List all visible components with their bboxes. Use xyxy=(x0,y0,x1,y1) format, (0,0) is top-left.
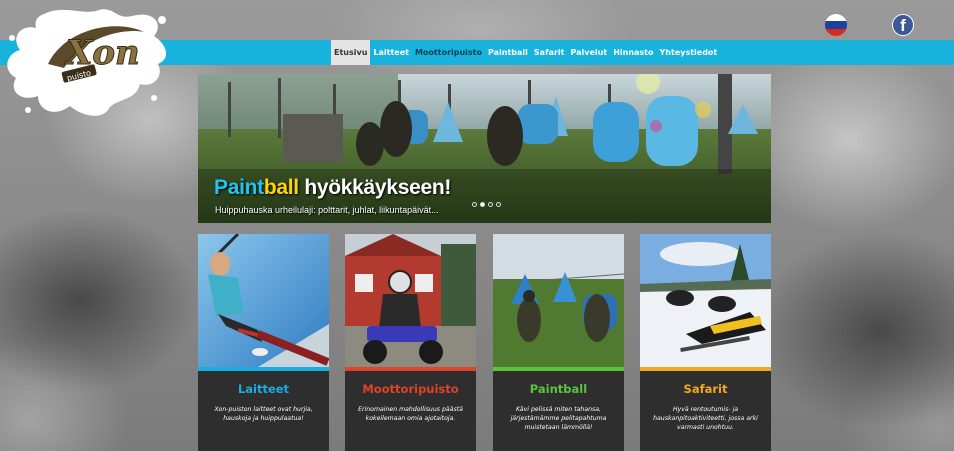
card-description: Erinomainen mahdollisuus päästä kokeilem… xyxy=(358,406,463,422)
hero-slider[interactable]: Paintball hyökkäykseen! Huippuhauska urh… xyxy=(198,74,771,223)
hero-subtitle: Huippuhauska urheilulaji: polttarit, juh… xyxy=(215,205,439,215)
slider-dot[interactable] xyxy=(472,202,477,207)
main-navigation: Etusivu Laitteet Moottoripuisto Paintbal… xyxy=(331,40,720,65)
card-title: Laitteet xyxy=(237,382,290,396)
safarit-image xyxy=(640,234,771,367)
card-paintball[interactable]: Paintball Kävi pelissä miten tahansa, jä… xyxy=(493,234,624,451)
nav-item-paintball[interactable]: Paintball xyxy=(485,40,531,65)
paintball-image xyxy=(493,234,624,367)
nav-item-palvelut[interactable]: Palvelut xyxy=(567,40,610,65)
card-stripe xyxy=(640,367,771,371)
card-description: Xon-puiston laitteet ovat hurjia, hausko… xyxy=(214,406,313,422)
moottoripuisto-image xyxy=(345,234,476,367)
nav-item-hinnasto[interactable]: Hinnasto xyxy=(610,40,656,65)
hero-title: Paintball hyökkäykseen! xyxy=(214,176,452,199)
card-moottoripuisto[interactable]: Moottoripuisto Erinomainen mahdollisuus … xyxy=(345,234,476,451)
card-title: Moottoripuisto xyxy=(362,382,459,396)
slider-dots xyxy=(472,202,501,207)
svg-text:Xon: Xon xyxy=(64,33,140,73)
slider-dot[interactable] xyxy=(496,202,501,207)
laitteet-image xyxy=(198,234,329,367)
nav-item-moottoripuisto[interactable]: Moottoripuisto xyxy=(412,40,485,65)
russian-flag-icon[interactable] xyxy=(825,14,847,36)
hero-image xyxy=(198,74,771,223)
card-stripe xyxy=(493,367,624,371)
nav-item-laitteet[interactable]: Laitteet xyxy=(370,40,412,65)
nav-item-yhteystiedot[interactable]: Yhteystiedot xyxy=(657,40,721,65)
slider-dot-active[interactable] xyxy=(480,202,485,207)
card-title: Safarit xyxy=(683,382,728,396)
card-stripe xyxy=(198,367,329,371)
card-stripe xyxy=(345,367,476,371)
card-laitteet[interactable]: Laitteet Xon-puiston laitteet ovat hurji… xyxy=(198,234,329,451)
card-title: Paintball xyxy=(529,382,588,396)
nav-item-safarit[interactable]: Safarit xyxy=(531,40,568,65)
nav-item-etusivu[interactable]: Etusivu xyxy=(331,40,371,65)
facebook-icon[interactable]: f xyxy=(892,14,914,36)
card-description: Hyvä rentoutumis- ja hauskanpitoaktivite… xyxy=(653,406,758,431)
xon-puisto-logo[interactable]: Xon puisto xyxy=(4,6,172,121)
slider-dot[interactable] xyxy=(488,202,493,207)
card-safarit[interactable]: Safarit Hyvä rentoutumis- ja hauskanpito… xyxy=(640,234,771,451)
card-description: Kävi pelissä miten tahansa, järjestämämm… xyxy=(510,406,607,431)
